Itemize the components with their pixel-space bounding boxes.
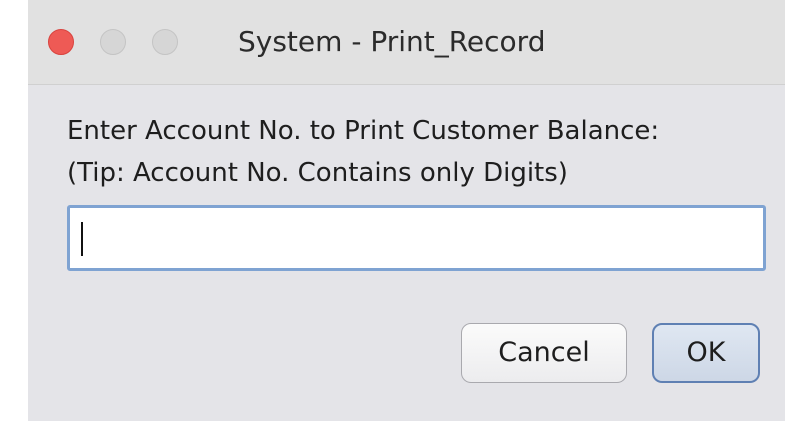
account-number-input[interactable] <box>70 208 763 268</box>
print-record-dialog: System - Print_Record Enter Account No. … <box>28 0 785 421</box>
zoom-window-button[interactable] <box>152 29 178 55</box>
window-title: System - Print_Record <box>238 25 546 58</box>
prompt-tip-text: (Tip: Account No. Contains only Digits) <box>67 158 568 188</box>
prompt-text: Enter Account No. to Print Customer Bala… <box>67 116 660 146</box>
title-bar[interactable]: System - Print_Record <box>28 0 785 85</box>
close-window-button[interactable] <box>48 29 74 55</box>
ok-button[interactable]: OK <box>652 323 760 383</box>
minimize-window-button[interactable] <box>100 29 126 55</box>
account-number-field[interactable] <box>67 205 766 271</box>
text-caret <box>81 222 83 256</box>
cancel-button[interactable]: Cancel <box>461 323 627 383</box>
